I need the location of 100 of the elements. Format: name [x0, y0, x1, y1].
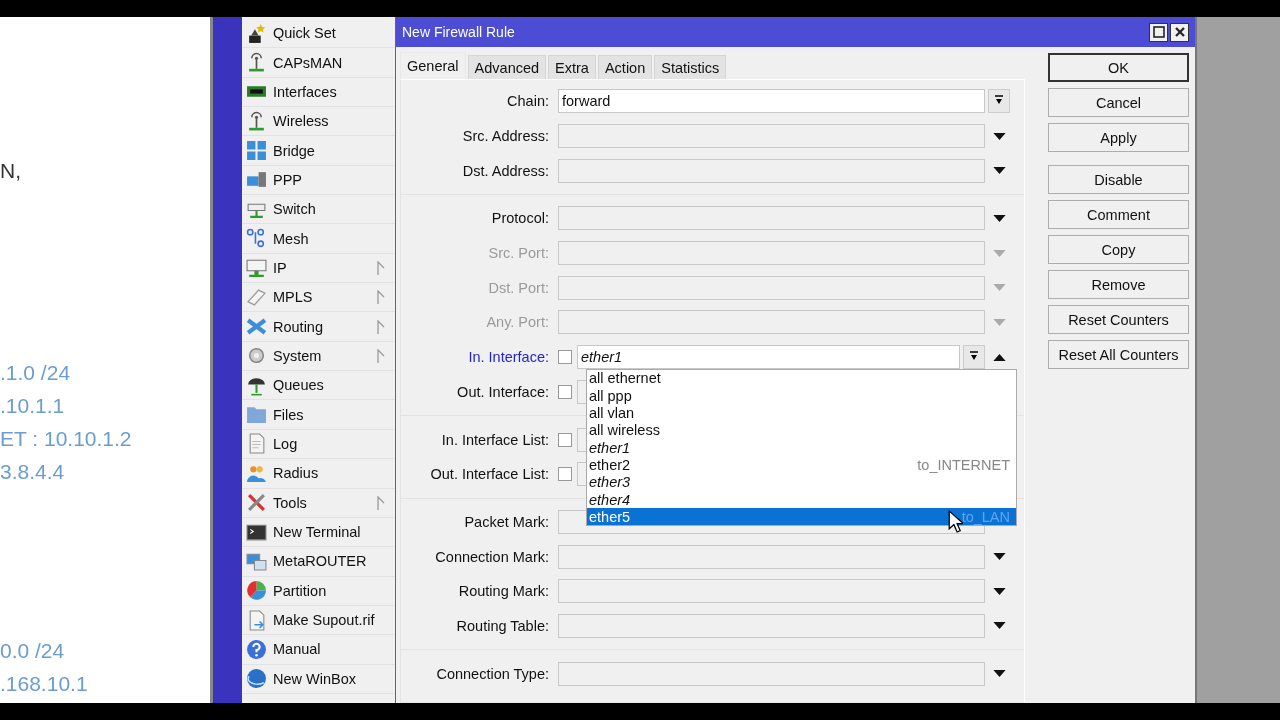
dropdown-option[interactable]: all ppp [587, 387, 1016, 405]
pie-chart-icon [246, 580, 267, 602]
option-label: all wireless [589, 422, 660, 439]
menu-item[interactable]: IP [242, 253, 395, 284]
option-label: ether5 [589, 508, 631, 525]
down-arrow-icon[interactable] [992, 670, 1006, 678]
menu-item[interactable]: PPP [242, 165, 395, 196]
tab[interactable]: General [400, 52, 466, 79]
folder-icon [246, 404, 267, 426]
tab[interactable]: Extra [548, 55, 596, 79]
dropdown-button[interactable] [988, 89, 1010, 114]
menu-item[interactable]: New Terminal [242, 517, 395, 548]
checkbox[interactable] [558, 432, 572, 447]
field-label: In. Interface: [467, 349, 550, 366]
input-field[interactable] [558, 310, 985, 335]
dialog-button[interactable]: Copy [1048, 235, 1189, 264]
checkbox[interactable] [558, 384, 572, 399]
down-arrow-icon[interactable] [992, 587, 1006, 595]
input-field[interactable] [558, 544, 985, 569]
input-field[interactable] [558, 206, 985, 231]
menu-item[interactable]: Files [242, 400, 395, 430]
dropdown-option[interactable]: ether3 [587, 473, 1016, 491]
menu-item[interactable]: New WinBox [242, 664, 395, 694]
dialog-button[interactable]: Cancel [1048, 88, 1189, 117]
dialog-button[interactable]: Comment [1048, 200, 1189, 229]
menu-item[interactable]: Partition [242, 576, 395, 606]
dropdown-option[interactable]: ether5 to_LAN [587, 508, 1016, 526]
dialog-button[interactable]: Reset Counters [1048, 305, 1189, 334]
menu-item[interactable]: Switch [242, 195, 395, 225]
squares-icon [246, 140, 267, 162]
input-field[interactable] [558, 275, 985, 300]
option-label: ether2 [589, 456, 631, 473]
window-title: New Firewall Rule [402, 24, 516, 40]
input-field[interactable] [558, 124, 985, 149]
down-arrow-icon[interactable] [992, 167, 1006, 175]
close-button[interactable] [1170, 22, 1189, 42]
tab[interactable]: Action [597, 55, 653, 79]
select-field[interactable]: forward [558, 89, 985, 114]
dialog-button[interactable]: Apply [1048, 123, 1189, 152]
dialog-button[interactable]: Remove [1048, 270, 1189, 299]
dropdown-option[interactable]: ether1 [587, 439, 1016, 457]
menu-item[interactable]: Queues [242, 371, 395, 401]
magic-hat-icon [246, 22, 267, 44]
field-label: Packet Mark: [463, 513, 550, 530]
dialog-button[interactable]: Reset All Counters [1048, 340, 1189, 369]
down-arrow-icon[interactable] [992, 214, 1006, 222]
dropdown-option[interactable]: all ethernet [587, 369, 1016, 388]
tab[interactable]: Statistics [654, 55, 727, 79]
dropdown-option[interactable]: ether2 to_INTERNET [587, 456, 1016, 474]
input-field[interactable] [558, 579, 985, 604]
dropdown-option[interactable]: all vlan [587, 404, 1016, 422]
field-label: Routing Mark: [457, 583, 550, 600]
field-label: Protocol: [490, 210, 550, 227]
field-label: Dst. Address: [461, 162, 550, 179]
dropdown-option[interactable]: all wireless [587, 421, 1016, 439]
menu-item[interactable]: MPLS [242, 283, 395, 313]
tab[interactable]: Advanced [467, 55, 547, 79]
down-arrow-icon[interactable] [992, 622, 1006, 630]
menu-item[interactable]: Make Supout.rif [242, 605, 395, 636]
maximize-button[interactable] [1149, 22, 1168, 42]
option-label: ether4 [589, 491, 631, 508]
dropdown-button[interactable] [963, 345, 985, 370]
menu-item[interactable]: MetaROUTER [242, 547, 395, 577]
menu-item[interactable]: Radius [242, 459, 395, 489]
tag-icon [246, 286, 267, 308]
field-label: Connection Type: [435, 665, 550, 682]
menu-item[interactable]: Interfaces [242, 77, 395, 108]
slide-text: N, [0, 158, 22, 184]
antenna-icon [246, 110, 267, 132]
down-arrow-icon[interactable] [992, 553, 1006, 561]
option-label: all ppp [589, 387, 632, 404]
menu-item[interactable]: Log [242, 429, 395, 460]
menu-item[interactable]: Bridge [242, 136, 395, 166]
input-field[interactable]: ether1 [577, 345, 960, 370]
menu-item[interactable]: Tools [242, 488, 395, 518]
checkbox[interactable] [558, 350, 572, 365]
dialog-button[interactable]: OK [1048, 53, 1189, 82]
slide-text: .10.1.1 [0, 393, 66, 419]
close-icon [1173, 26, 1186, 38]
nodes-icon [246, 228, 267, 250]
field-label: Out. Interface: [456, 383, 550, 400]
checkbox[interactable] [558, 467, 572, 482]
globe-icon [246, 668, 267, 690]
dropdown-option[interactable]: ether4 [587, 490, 1016, 509]
input-field[interactable] [558, 661, 985, 686]
input-field[interactable] [558, 613, 985, 638]
input-field[interactable] [558, 158, 985, 183]
down-arrow-icon[interactable] [992, 132, 1006, 140]
dialog-button[interactable]: Disable [1048, 165, 1189, 194]
field-label: In. Interface List: [440, 431, 550, 448]
menu-item[interactable]: Manual [242, 635, 395, 665]
slide-text: .1.0 /24 [0, 360, 72, 386]
menu-item[interactable]: Routing [242, 312, 395, 342]
up-arrow-icon[interactable] [992, 353, 1006, 361]
slide-text: ET : 10.10.1.2 [0, 426, 133, 452]
input-field[interactable] [558, 241, 985, 266]
menu-item[interactable]: System [242, 341, 395, 372]
field-label: Connection Mark: [434, 548, 550, 565]
menu-item[interactable]: Quick Set [242, 19, 395, 49]
tools-icon [246, 492, 267, 514]
